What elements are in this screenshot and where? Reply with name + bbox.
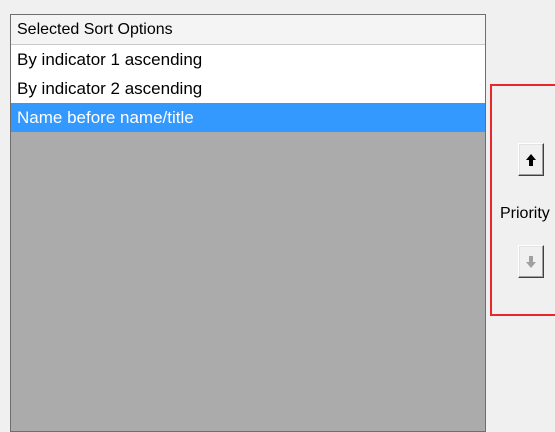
- arrow-up-icon: [526, 153, 536, 166]
- list-item-indicator-2[interactable]: By indicator 2 ascending: [11, 74, 485, 103]
- priority-controls-group: Priority: [490, 84, 555, 316]
- priority-down-button[interactable]: [518, 245, 544, 278]
- arrow-down-icon: [526, 255, 536, 268]
- list-column-header[interactable]: Selected Sort Options: [11, 15, 485, 45]
- selected-sort-options-list[interactable]: Selected Sort Options By indicator 1 asc…: [10, 14, 486, 432]
- list-item-indicator-1[interactable]: By indicator 1 ascending: [11, 45, 485, 74]
- priority-label: Priority: [500, 205, 550, 222]
- list-empty-area: [11, 132, 485, 431]
- list-item-name-before-title[interactable]: Name before name/title: [11, 103, 485, 132]
- priority-up-button[interactable]: [518, 143, 544, 176]
